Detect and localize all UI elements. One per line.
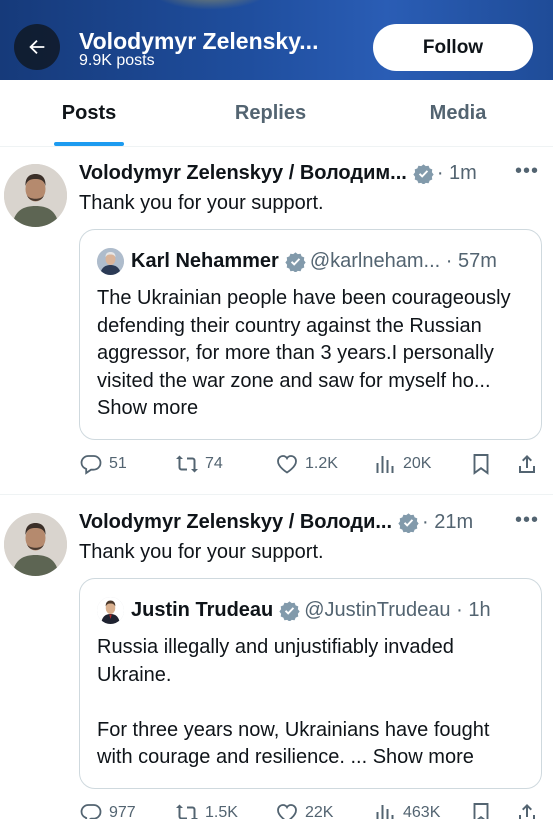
- views-chart-icon: [376, 805, 394, 819]
- repost-icon: [176, 804, 198, 819]
- quoted-post-header: Justin Trudeau @JustinTrudeau · 1h: [97, 597, 491, 624]
- post-time: · 21m: [422, 511, 474, 533]
- quoted-post[interactable]: Karl Nehammer @karlneham... · 57m The Uk…: [79, 229, 542, 440]
- person-avatar-icon: [4, 164, 67, 227]
- share-icon: [519, 455, 535, 473]
- quoted-author-name: Justin Trudeau: [131, 599, 274, 621]
- tab-label: Replies: [234, 101, 307, 124]
- verified-badge-icon: [413, 164, 434, 184]
- views-chart-icon: [376, 456, 394, 473]
- reply-button[interactable]: 51: [79, 452, 127, 476]
- repost-button[interactable]: 1.5K: [175, 801, 238, 819]
- back-arrow-icon: [29, 39, 45, 55]
- quoted-post[interactable]: Justin Trudeau @JustinTrudeau · 1h Russi…: [79, 578, 542, 789]
- more-options-icon[interactable]: •••: [515, 509, 539, 532]
- active-tab-indicator: [54, 142, 124, 146]
- profile-header: Volodymyr Zelensky... 9.9K posts Follow: [0, 0, 553, 80]
- author-name[interactable]: Volodymyr Zelenskyy / Володим...: [79, 162, 407, 185]
- reply-icon: [80, 455, 102, 475]
- views-button[interactable]: 20K: [373, 452, 431, 476]
- bookmark-button[interactable]: [469, 801, 493, 819]
- post[interactable]: Volodymyr Zelenskyy / Володи... · 21m ••…: [0, 495, 553, 819]
- more-options-icon[interactable]: •••: [515, 160, 539, 183]
- like-button[interactable]: 22K: [275, 801, 333, 819]
- post-time: · 1m: [436, 162, 477, 184]
- person-avatar-icon: [4, 513, 67, 576]
- repost-icon: [176, 455, 198, 473]
- post-actions: 51 74 1.2K 20K: [79, 452, 539, 480]
- verified-badge-icon: [279, 601, 300, 621]
- follow-button[interactable]: Follow: [373, 24, 533, 71]
- tab-posts[interactable]: Posts: [0, 80, 178, 146]
- profile-name: Volodymyr Zelensky...: [79, 28, 319, 54]
- repost-button[interactable]: 74: [175, 452, 223, 476]
- tab-label: Posts: [61, 101, 117, 124]
- tab-label: Media: [429, 101, 487, 124]
- avatar[interactable]: [4, 513, 67, 576]
- views-button[interactable]: 463K: [373, 801, 440, 819]
- view-count: 463K: [403, 804, 441, 819]
- quoted-handle: @karlneham... · 57m: [309, 250, 497, 272]
- avatar[interactable]: [4, 164, 67, 227]
- post-text: Thank you for your support.: [79, 541, 324, 563]
- bookmark-icon: [473, 803, 489, 819]
- bookmark-button[interactable]: [469, 452, 493, 476]
- heart-icon: [277, 804, 297, 819]
- quoted-author-name: Karl Nehammer: [131, 250, 279, 272]
- quoted-post-body: Russia illegally and unjustifiably invad…: [97, 634, 527, 772]
- person-avatar-icon: [97, 597, 124, 624]
- repost-count: 1.5K: [205, 804, 238, 819]
- quoted-avatar: [97, 597, 124, 624]
- back-button[interactable]: [14, 24, 60, 70]
- post-text: Thank you for your support.: [79, 192, 324, 214]
- share-button[interactable]: [515, 452, 539, 476]
- like-count: 22K: [305, 804, 334, 819]
- post-count: 9.9K posts: [79, 52, 155, 69]
- reply-count: 977: [109, 804, 136, 819]
- verified-badge-icon: [398, 513, 419, 533]
- reply-count: 51: [109, 455, 127, 472]
- repost-count: 74: [205, 455, 223, 472]
- person-avatar-icon: [97, 248, 124, 275]
- author-name[interactable]: Volodymyr Zelenskyy / Володи...: [79, 511, 392, 534]
- quoted-handle: @JustinTrudeau · 1h: [304, 599, 491, 621]
- heart-icon: [277, 455, 297, 474]
- verified-badge-icon: [285, 252, 306, 272]
- quoted-post-header: Karl Nehammer @karlneham... · 57m: [97, 248, 497, 275]
- share-button[interactable]: [515, 801, 539, 819]
- bookmark-icon: [473, 454, 489, 475]
- tab-media[interactable]: Media: [363, 80, 553, 146]
- show-more-link[interactable]: Show more: [97, 397, 198, 419]
- post-header: Volodymyr Zelenskyy / Володим... · 1m: [79, 162, 477, 185]
- quoted-post-body: The Ukrainian people have been courageou…: [97, 285, 527, 423]
- reply-icon: [80, 804, 102, 819]
- quoted-avatar: [97, 248, 124, 275]
- quoted-text: The Ukrainian people have been courageou…: [97, 287, 517, 392]
- like-button[interactable]: 1.2K: [275, 452, 338, 476]
- profile-tabs: Posts Replies Media: [0, 80, 553, 147]
- share-icon: [519, 804, 535, 819]
- like-count: 1.2K: [305, 455, 338, 472]
- post[interactable]: Volodymyr Zelenskyy / Володим... · 1m ••…: [0, 148, 553, 494]
- post-header: Volodymyr Zelenskyy / Володи... · 21m: [79, 511, 473, 534]
- reply-button[interactable]: 977: [79, 801, 136, 819]
- view-count: 20K: [403, 455, 432, 472]
- show-more-link[interactable]: Show more: [373, 746, 474, 768]
- post-actions: 977 1.5K 22K 463K: [79, 801, 539, 819]
- tab-replies[interactable]: Replies: [178, 80, 363, 146]
